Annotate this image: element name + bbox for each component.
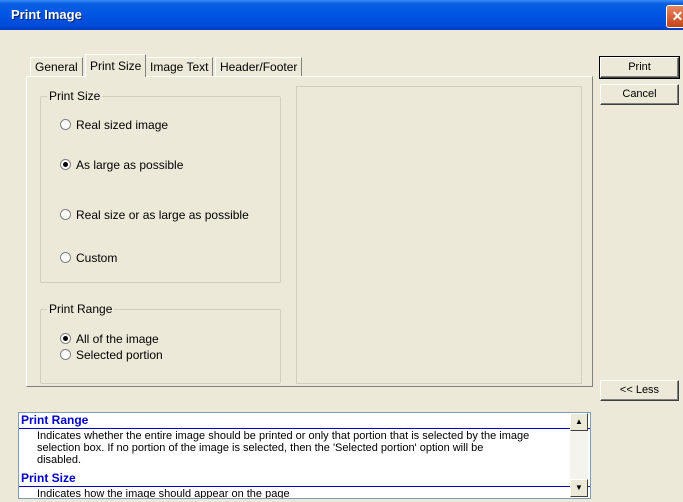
print-range-group: Print Range (40, 302, 281, 384)
radio-real-or-large-indicator[interactable] (60, 209, 71, 220)
less-button[interactable]: << Less (600, 380, 679, 401)
print-range-group-title: Print Range (47, 302, 115, 316)
print-preview-area (296, 86, 582, 384)
help-line: Indicates how the image should appear on… (37, 488, 290, 499)
tab-print-size[interactable]: Print Size (85, 54, 147, 77)
tab-header-footer[interactable]: Header/Footer (215, 57, 303, 76)
help-section-body: Indicates whether the entire image shoul… (19, 430, 590, 466)
window-title: Print Image (11, 7, 82, 22)
scroll-up-button[interactable]: ▲ (570, 413, 588, 431)
tab-image-text[interactable]: Image Text (145, 57, 214, 76)
help-section-title: Print Size (21, 471, 76, 485)
print-size-group-title: Print Size (47, 89, 103, 103)
help-section-title: Print Range (21, 413, 89, 427)
help-line: selection box. If no portion of the imag… (37, 442, 484, 454)
radio-custom[interactable]: Custom (60, 251, 117, 265)
help-scrollbar[interactable]: ▲ ▼ (570, 413, 588, 497)
radio-custom-label: Custom (76, 251, 118, 265)
close-button[interactable]: ✕ (666, 5, 683, 28)
radio-custom-indicator[interactable] (60, 252, 71, 263)
radio-selected-portion-indicator[interactable] (60, 349, 71, 360)
print-button[interactable]: Print (599, 56, 680, 79)
cancel-button[interactable]: Cancel (600, 84, 679, 105)
scroll-down-button[interactable]: ▼ (570, 479, 588, 497)
help-line: Indicates whether the entire image shoul… (37, 430, 530, 442)
help-section-body: Indicates how the image should appear on… (19, 488, 590, 499)
radio-as-large[interactable]: As large as possible (60, 158, 183, 172)
radio-selected-portion[interactable]: Selected portion (60, 348, 163, 362)
help-divider (19, 428, 590, 429)
radio-selected-portion-label: Selected portion (76, 348, 163, 362)
radio-real-sized-indicator[interactable] (60, 119, 71, 130)
radio-as-large-indicator[interactable] (60, 159, 71, 170)
radio-real-or-large-label: Real size or as large as possible (76, 208, 249, 222)
help-divider (19, 486, 590, 487)
title-bar: Print Image ✕ (0, 0, 683, 30)
help-panel: Print Range Indicates whether the entire… (18, 412, 591, 499)
radio-all-image[interactable]: All of the image (60, 332, 159, 346)
radio-all-image-label: All of the image (76, 332, 159, 346)
close-icon: ✕ (671, 8, 683, 24)
radio-all-image-indicator[interactable] (60, 333, 71, 344)
radio-as-large-label: As large as possible (76, 158, 184, 172)
tab-general[interactable]: General (30, 57, 83, 76)
radio-real-or-large[interactable]: Real size or as large as possible (60, 208, 249, 222)
radio-real-sized-label: Real sized image (76, 118, 169, 132)
radio-real-sized[interactable]: Real sized image (60, 118, 168, 132)
help-line: disabled. (37, 454, 82, 466)
